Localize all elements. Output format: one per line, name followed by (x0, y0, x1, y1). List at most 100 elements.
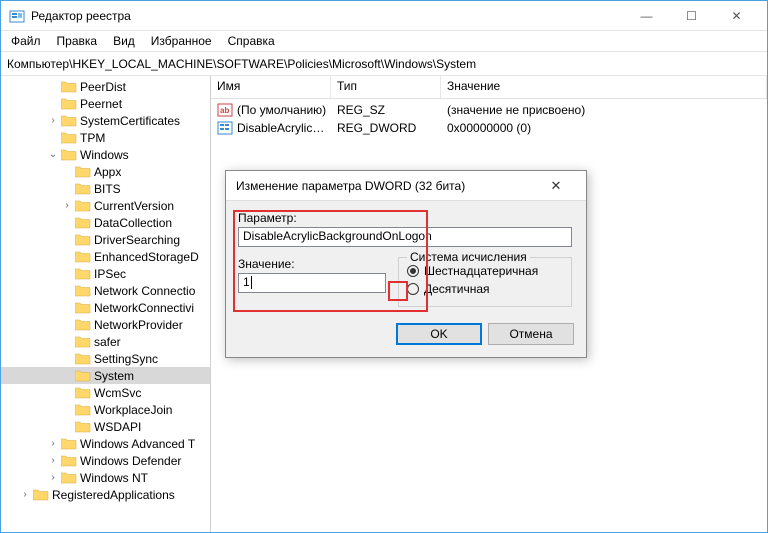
expand-icon[interactable]: ⌄ (47, 149, 59, 160)
address-text: Компьютер\HKEY_LOCAL_MACHINE\SOFTWARE\Po… (7, 57, 476, 71)
cell-type: REG_DWORD (331, 121, 441, 135)
tree-item-label: BITS (94, 182, 121, 196)
header-type[interactable]: Тип (331, 76, 441, 98)
menu-favorites[interactable]: Избранное (143, 32, 220, 50)
cancel-button[interactable]: Отмена (488, 323, 574, 345)
dialog-titlebar[interactable]: Изменение параметра DWORD (32 бита) ✕ (226, 171, 586, 201)
menu-help[interactable]: Справка (220, 32, 283, 50)
tree-item[interactable]: › CurrentVersion (1, 197, 210, 214)
tree-item[interactable]: NetworkProvider (1, 316, 210, 333)
folder-icon (75, 165, 91, 179)
tree-item[interactable]: WcmSvc (1, 384, 210, 401)
param-field[interactable]: DisableAcrylicBackgroundOnLogon (238, 227, 572, 247)
tree-item[interactable]: IPSec (1, 265, 210, 282)
folder-icon (75, 233, 91, 247)
tree-item[interactable]: ⌄ Windows (1, 146, 210, 163)
base-group-label: Система исчисления (407, 250, 530, 264)
tree-item[interactable]: › Windows NT (1, 469, 210, 486)
tree-item-label: NetworkConnectivi (94, 301, 194, 315)
radio-dot-icon (407, 265, 419, 277)
minimize-button[interactable]: — (624, 1, 669, 30)
tree-item-label: SettingSync (94, 352, 158, 366)
folder-icon (75, 403, 91, 417)
cell-name: (По умолчанию) (235, 103, 331, 117)
tree-item[interactable]: › SystemCertificates (1, 112, 210, 129)
expand-icon[interactable]: › (47, 115, 59, 126)
tree-item[interactable]: DriverSearching (1, 231, 210, 248)
list-header: Имя Тип Значение (211, 76, 767, 99)
tree-item-label: EnhancedStorageD (94, 250, 199, 264)
svg-text:ab: ab (220, 106, 229, 115)
header-name[interactable]: Имя (211, 76, 331, 98)
menubar: Файл Правка Вид Избранное Справка (1, 31, 767, 52)
cell-value: 0x00000000 (0) (441, 121, 767, 135)
folder-icon (61, 454, 77, 468)
menu-view[interactable]: Вид (105, 32, 143, 50)
tree-item[interactable]: DataCollection (1, 214, 210, 231)
folder-icon (75, 267, 91, 281)
value-type-icon (215, 120, 235, 136)
tree-item-label: WorkplaceJoin (94, 403, 172, 417)
cell-name: DisableAcrylicBa... (235, 121, 331, 135)
menu-file[interactable]: Файл (3, 32, 49, 50)
tree-item[interactable]: PeerDist (1, 78, 210, 95)
address-bar[interactable]: Компьютер\HKEY_LOCAL_MACHINE\SOFTWARE\Po… (1, 52, 767, 76)
tree-item-label: Windows Advanced T (80, 437, 195, 451)
expand-icon[interactable]: › (19, 489, 31, 500)
header-value[interactable]: Значение (441, 76, 767, 98)
tree-item[interactable]: Appx (1, 163, 210, 180)
menu-edit[interactable]: Правка (49, 32, 106, 50)
radio-hex[interactable]: Шестнадцатеричная (407, 262, 563, 280)
list-row[interactable]: DisableAcrylicBa...REG_DWORD0x00000000 (… (211, 119, 767, 137)
tree-item-label: Windows NT (80, 471, 148, 485)
tree-item-label: SystemCertificates (80, 114, 180, 128)
radio-dec[interactable]: Десятичная (407, 280, 563, 298)
tree-item[interactable]: NetworkConnectivi (1, 299, 210, 316)
folder-icon (75, 369, 91, 383)
radio-dot-icon (407, 283, 419, 295)
folder-icon (61, 437, 77, 451)
titlebar[interactable]: Редактор реестра — ☐ ✕ (1, 1, 767, 31)
tree-item-label: Appx (94, 165, 121, 179)
tree-item[interactable]: WSDAPI (1, 418, 210, 435)
folder-icon (75, 182, 91, 196)
tree-item[interactable]: EnhancedStorageD (1, 248, 210, 265)
app-icon (9, 8, 25, 24)
tree-item-label: CurrentVersion (94, 199, 174, 213)
tree-item[interactable]: Network Connectio (1, 282, 210, 299)
folder-icon (61, 114, 77, 128)
dialog-close-button[interactable]: ✕ (536, 178, 576, 194)
folder-icon (61, 471, 77, 485)
value-field[interactable]: 1 (238, 273, 386, 293)
tree-item-label: IPSec (94, 267, 126, 281)
tree-item[interactable]: Peernet (1, 95, 210, 112)
folder-icon (75, 250, 91, 264)
tree-item[interactable]: › Windows Advanced T (1, 435, 210, 452)
tree-item-label: System (94, 369, 134, 383)
tree-item[interactable]: BITS (1, 180, 210, 197)
list-row[interactable]: ab(По умолчанию)REG_SZ(значение не присв… (211, 101, 767, 119)
close-button[interactable]: ✕ (714, 1, 759, 30)
expand-icon[interactable]: › (47, 455, 59, 466)
tree-pane[interactable]: PeerDistPeernet › SystemCertificatesTPM ⌄ Wi… (1, 76, 211, 532)
tree-item-label: safer (94, 335, 121, 349)
tree-item[interactable]: TPM (1, 129, 210, 146)
maximize-button[interactable]: ☐ (669, 1, 714, 30)
expand-icon[interactable]: › (47, 438, 59, 449)
tree-item[interactable]: ›RegisteredApplications (1, 486, 210, 503)
folder-icon (33, 488, 49, 502)
tree-item-label: Windows (80, 148, 129, 162)
folder-icon (75, 199, 91, 213)
tree-item[interactable]: WorkplaceJoin (1, 401, 210, 418)
folder-icon (75, 216, 91, 230)
ok-button[interactable]: OK (396, 323, 482, 345)
expand-icon[interactable]: › (47, 472, 59, 483)
tree-item[interactable]: SettingSync (1, 350, 210, 367)
base-group: Система исчисления Шестнадцатеричная Дес… (398, 257, 572, 307)
window-title: Редактор реестра (31, 9, 624, 23)
param-label: Параметр: (238, 211, 574, 225)
expand-icon[interactable]: › (61, 200, 73, 211)
tree-item[interactable]: System (1, 367, 210, 384)
tree-item[interactable]: ›Windows Defender (1, 452, 210, 469)
tree-item[interactable]: safer (1, 333, 210, 350)
